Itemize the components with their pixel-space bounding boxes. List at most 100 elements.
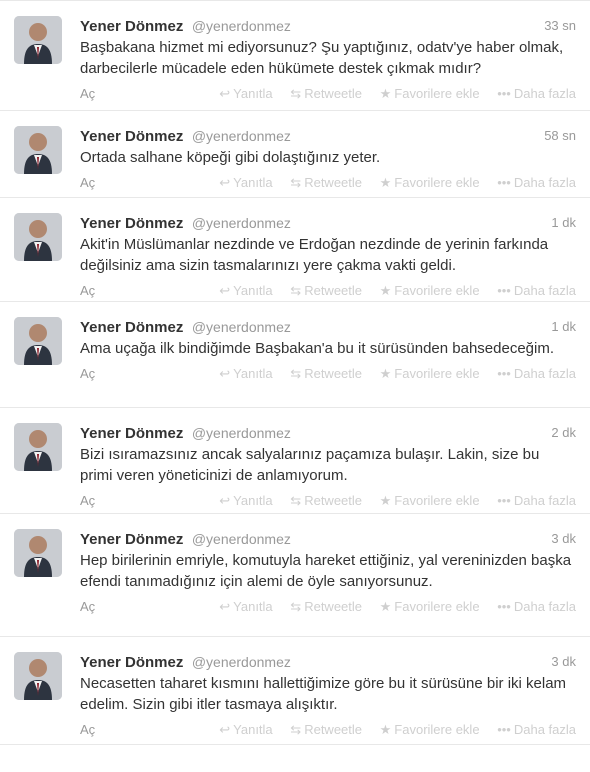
favorite-button[interactable]: ★ Favorilere ekle <box>380 715 480 745</box>
user-fullname[interactable]: Yener Dönmez <box>80 18 183 35</box>
more-button[interactable]: ••• Daha fazla <box>497 79 576 109</box>
more-button[interactable]: ••• Daha fazla <box>497 168 576 198</box>
timestamp[interactable]: 3 dk <box>551 652 576 672</box>
star-icon: ★ <box>379 493 392 508</box>
user-handle[interactable]: @yenerdonmez <box>192 531 291 547</box>
reply-button[interactable]: ↩ Yanıtla <box>219 168 272 198</box>
ellipsis-icon: ••• <box>497 86 511 101</box>
reply-label: Yanıtla <box>233 493 273 508</box>
timestamp[interactable]: 2 dk <box>551 423 576 443</box>
avatar[interactable] <box>14 213 62 261</box>
more-label: Daha fazla <box>513 599 576 614</box>
more-label: Daha fazla <box>513 493 576 508</box>
expand-link[interactable]: Aç <box>80 722 95 737</box>
user-handle[interactable]: @yenerdonmez <box>192 18 291 34</box>
tweet-text: Ortada salhane köpeği gibi dolaştığınız … <box>80 149 381 166</box>
user-fullname[interactable]: Yener Dönmez <box>80 215 183 232</box>
expand-link[interactable]: Aç <box>80 283 95 298</box>
tweet-actions: ↩ Yanıtla ⇆ Retweetle ★ Favorilere ekle •••… <box>205 486 576 516</box>
tweet[interactable]: Yener Dönmez @yenerdonmez 1 dk Ama uçağa… <box>0 302 590 408</box>
timestamp[interactable]: 1 dk <box>551 213 576 233</box>
timestamp[interactable]: 3 dk <box>551 529 576 549</box>
favorite-button[interactable]: ★ Favorilere ekle <box>380 592 480 622</box>
more-button[interactable]: ••• Daha fazla <box>497 592 576 622</box>
expand-link[interactable]: Aç <box>80 175 95 190</box>
expand-link[interactable]: Aç <box>80 493 95 508</box>
avatar[interactable] <box>14 126 62 174</box>
reply-button[interactable]: ↩ Yanıtla <box>219 592 272 622</box>
retweet-button[interactable]: ⇆ Retweetle <box>290 715 362 745</box>
favorite-button[interactable]: ★ Favorilere ekle <box>380 486 480 516</box>
retweet-arrows-icon: ⇆ <box>290 175 302 190</box>
retweet-arrows-icon: ⇆ <box>290 599 302 614</box>
tweet-timeline: Yener Dönmez @yenerdonmez 33 sn Başbakan… <box>0 0 590 745</box>
favorite-label: Favorilere ekle <box>394 175 480 190</box>
tweet[interactable]: Yener Dönmez @yenerdonmez 3 dk Hep biril… <box>0 514 590 637</box>
favorite-button[interactable]: ★ Favorilere ekle <box>380 79 480 109</box>
tweet-text: Necasetten taharet kısmını hallettiğimiz… <box>80 675 567 713</box>
more-label: Daha fazla <box>513 175 576 190</box>
reply-label: Yanıtla <box>233 599 273 614</box>
user-handle[interactable]: @yenerdonmez <box>192 215 291 231</box>
retweet-arrows-icon: ⇆ <box>290 366 302 381</box>
retweet-label: Retweetle <box>304 175 363 190</box>
user-handle[interactable]: @yenerdonmez <box>192 654 291 670</box>
tweet[interactable]: Yener Dönmez @yenerdonmez 1 dk Akit'in M… <box>0 198 590 302</box>
tweet-header: Yener Dönmez @yenerdonmez 1 dk <box>80 213 576 233</box>
retweet-button[interactable]: ⇆ Retweetle <box>290 79 362 109</box>
favorite-label: Favorilere ekle <box>394 599 480 614</box>
favorite-button[interactable]: ★ Favorilere ekle <box>380 359 480 389</box>
tweet[interactable]: Yener Dönmez @yenerdonmez 33 sn Başbakan… <box>0 0 590 111</box>
user-fullname[interactable]: Yener Dönmez <box>80 531 183 548</box>
reply-button[interactable]: ↩ Yanıtla <box>219 715 272 745</box>
tweet-text: Başbakana hizmet mi ediyorsunuz? Şu yapt… <box>80 39 564 77</box>
timestamp[interactable]: 58 sn <box>544 126 576 146</box>
retweet-label: Retweetle <box>304 599 363 614</box>
expand-link[interactable]: Aç <box>80 366 95 381</box>
retweet-button[interactable]: ⇆ Retweetle <box>290 359 362 389</box>
expand-link[interactable]: Aç <box>80 86 95 101</box>
tweet-text: Bizi ısıramazsınız ancak salyalarınız pa… <box>80 446 540 484</box>
retweet-button[interactable]: ⇆ Retweetle <box>290 168 362 198</box>
more-button[interactable]: ••• Daha fazla <box>497 715 576 745</box>
user-handle[interactable]: @yenerdonmez <box>192 319 291 335</box>
avatar[interactable] <box>14 423 62 471</box>
tweet-header: Yener Dönmez @yenerdonmez 3 dk <box>80 529 576 549</box>
user-fullname[interactable]: Yener Dönmez <box>80 319 183 336</box>
reply-button[interactable]: ↩ Yanıtla <box>219 486 272 516</box>
tweet-footer: Aç ↩ Yanıtla ⇆ Retweetle ★ Favorilere ekle … <box>80 592 576 622</box>
more-label: Daha fazla <box>513 283 576 298</box>
user-handle[interactable]: @yenerdonmez <box>192 425 291 441</box>
retweet-button[interactable]: ⇆ Retweetle <box>290 486 362 516</box>
avatar[interactable] <box>14 529 62 577</box>
avatar[interactable] <box>14 317 62 365</box>
user-fullname[interactable]: Yener Dönmez <box>80 425 183 442</box>
tweet[interactable]: Yener Dönmez @yenerdonmez 2 dk Bizi ısır… <box>0 408 590 514</box>
reply-arrow-icon: ↩ <box>219 175 231 190</box>
ellipsis-icon: ••• <box>497 722 511 737</box>
expand-link[interactable]: Aç <box>80 599 95 614</box>
star-icon: ★ <box>379 175 392 190</box>
tweet-text: Ama uçağa ilk bindiğimde Başbakan'a bu i… <box>80 340 554 357</box>
retweet-arrows-icon: ⇆ <box>290 493 302 508</box>
timestamp[interactable]: 33 sn <box>544 16 576 36</box>
timestamp[interactable]: 1 dk <box>551 317 576 337</box>
user-handle[interactable]: @yenerdonmez <box>192 128 291 144</box>
retweet-label: Retweetle <box>304 366 363 381</box>
tweet[interactable]: Yener Dönmez @yenerdonmez 3 dk Necasette… <box>0 637 590 745</box>
reply-button[interactable]: ↩ Yanıtla <box>219 359 272 389</box>
favorite-label: Favorilere ekle <box>394 283 480 298</box>
favorite-label: Favorilere ekle <box>394 722 480 737</box>
tweet-footer: Aç ↩ Yanıtla ⇆ Retweetle ★ Favorilere ekle … <box>80 79 576 109</box>
favorite-button[interactable]: ★ Favorilere ekle <box>380 168 480 198</box>
avatar[interactable] <box>14 16 62 64</box>
avatar[interactable] <box>14 652 62 700</box>
reply-button[interactable]: ↩ Yanıtla <box>219 79 272 109</box>
tweet[interactable]: Yener Dönmez @yenerdonmez 58 sn Ortada s… <box>0 111 590 198</box>
more-button[interactable]: ••• Daha fazla <box>497 486 576 516</box>
user-fullname[interactable]: Yener Dönmez <box>80 128 183 145</box>
retweet-button[interactable]: ⇆ Retweetle <box>290 592 362 622</box>
more-button[interactable]: ••• Daha fazla <box>497 359 576 389</box>
user-fullname[interactable]: Yener Dönmez <box>80 654 183 671</box>
reply-arrow-icon: ↩ <box>219 493 231 508</box>
